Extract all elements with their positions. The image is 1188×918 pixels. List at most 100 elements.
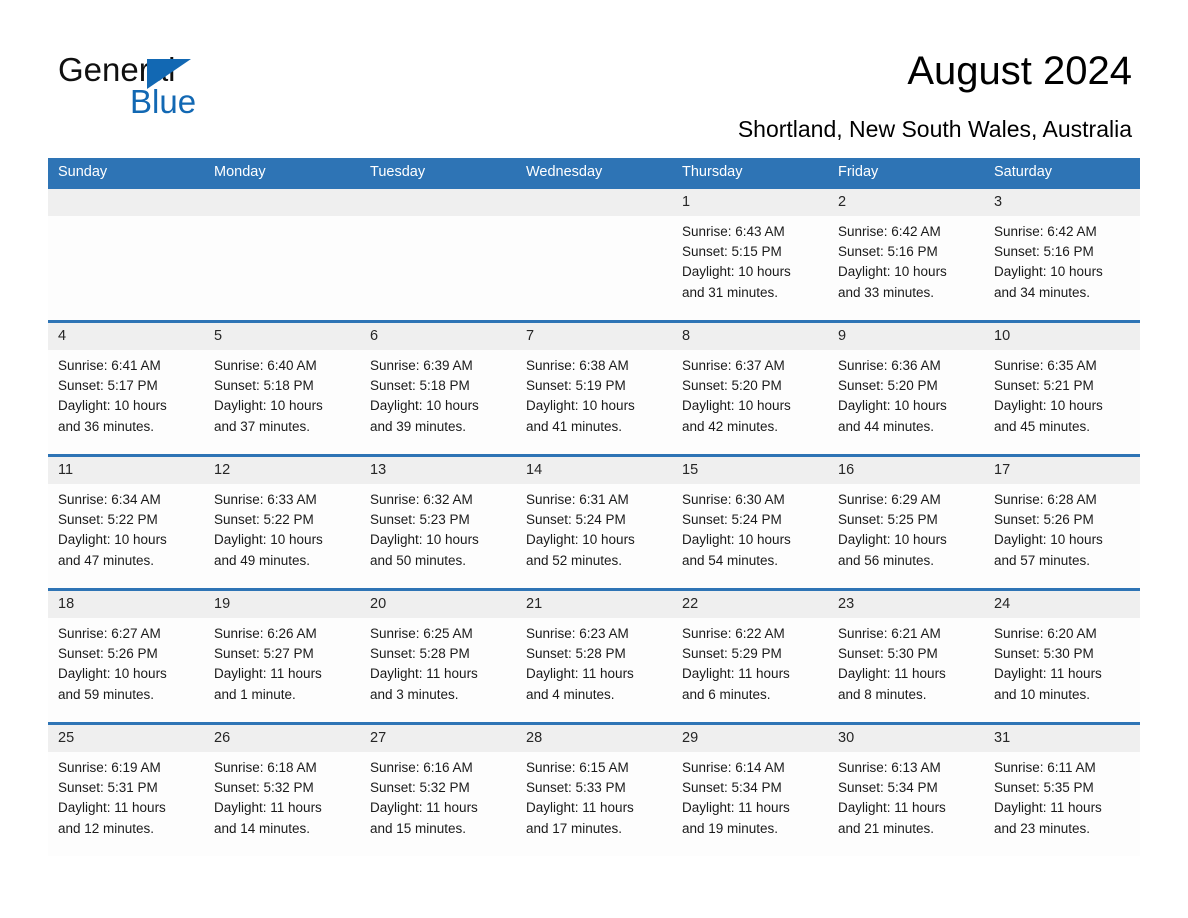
day-cell[interactable]: Sunrise: 6:41 AM Sunset: 5:17 PM Dayligh…	[48, 350, 204, 454]
day-cell[interactable]: Sunrise: 6:25 AM Sunset: 5:28 PM Dayligh…	[360, 618, 516, 722]
sunset-text: Sunset: 5:29 PM	[682, 646, 782, 662]
day-cell[interactable]: Sunrise: 6:18 AM Sunset: 5:32 PM Dayligh…	[204, 752, 360, 856]
date-number[interactable]: 20	[360, 591, 516, 618]
calendar-week-row: 1 2 3 Sunrise: 6:43 AM Sunset: 5:15 PM D…	[48, 186, 1140, 320]
logo-text-blue: Blue	[130, 83, 197, 120]
sunrise-text: Sunrise: 6:27 AM	[58, 626, 161, 641]
date-number[interactable]: 30	[828, 725, 984, 752]
day-cell[interactable]: Sunrise: 6:33 AM Sunset: 5:22 PM Dayligh…	[204, 484, 360, 588]
date-number[interactable]: 18	[48, 591, 204, 618]
day-cell[interactable]: Sunrise: 6:21 AM Sunset: 5:30 PM Dayligh…	[828, 618, 984, 722]
day-cell[interactable]: Sunrise: 6:38 AM Sunset: 5:19 PM Dayligh…	[516, 350, 672, 454]
date-number[interactable]: 3	[984, 189, 1140, 216]
date-number[interactable]: 27	[360, 725, 516, 752]
date-number[interactable]: 24	[984, 591, 1140, 618]
page-title: August 2024	[907, 49, 1132, 93]
sunset-text: Sunset: 5:20 PM	[838, 378, 938, 394]
date-number[interactable]: 10	[984, 323, 1140, 350]
day-cell[interactable]: Sunrise: 6:31 AM Sunset: 5:24 PM Dayligh…	[516, 484, 672, 588]
date-number[interactable]: 6	[360, 323, 516, 350]
daylight-text-1: Daylight: 11 hours	[370, 800, 478, 816]
date-number[interactable]: 2	[828, 189, 984, 216]
date-number[interactable]: 23	[828, 591, 984, 618]
date-number[interactable]: 25	[48, 725, 204, 752]
daylight-text-1: Daylight: 10 hours	[682, 264, 791, 280]
date-number[interactable]: 13	[360, 457, 516, 484]
day-cell[interactable]: Sunrise: 6:35 AM Sunset: 5:21 PM Dayligh…	[984, 350, 1140, 454]
sunrise-text: Sunrise: 6:11 AM	[994, 760, 1096, 775]
date-number[interactable]: 28	[516, 725, 672, 752]
day-cell[interactable]: Sunrise: 6:27 AM Sunset: 5:26 PM Dayligh…	[48, 618, 204, 722]
date-number[interactable]	[204, 189, 360, 216]
daylight-text-2: and 6 minutes.	[682, 686, 771, 702]
day-cell[interactable]: Sunrise: 6:23 AM Sunset: 5:28 PM Dayligh…	[516, 618, 672, 722]
date-number[interactable]: 12	[204, 457, 360, 484]
day-cell[interactable]: Sunrise: 6:42 AM Sunset: 5:16 PM Dayligh…	[828, 216, 984, 320]
daylight-text-2: and 37 minutes.	[214, 418, 311, 434]
daylight-text-1: Daylight: 10 hours	[58, 532, 167, 548]
date-number[interactable]: 5	[204, 323, 360, 350]
date-number[interactable]: 16	[828, 457, 984, 484]
sunrise-text: Sunrise: 6:21 AM	[838, 626, 941, 641]
day-cell[interactable]: Sunrise: 6:15 AM Sunset: 5:33 PM Dayligh…	[516, 752, 672, 856]
date-number[interactable]	[48, 189, 204, 216]
calendar-week-row: 25 26 27 28 29 30 31 Sunrise: 6:19 AM Su…	[48, 722, 1140, 856]
day-cell[interactable]: Sunrise: 6:29 AM Sunset: 5:25 PM Dayligh…	[828, 484, 984, 588]
day-cell[interactable]: Sunrise: 6:28 AM Sunset: 5:26 PM Dayligh…	[984, 484, 1140, 588]
date-number[interactable]	[360, 189, 516, 216]
date-number[interactable]: 15	[672, 457, 828, 484]
day-cell[interactable]: Sunrise: 6:42 AM Sunset: 5:16 PM Dayligh…	[984, 216, 1140, 320]
generalblue-logo[interactable]: General Blue	[58, 52, 318, 128]
sunrise-text: Sunrise: 6:42 AM	[838, 224, 941, 239]
day-cell[interactable]: Sunrise: 6:26 AM Sunset: 5:27 PM Dayligh…	[204, 618, 360, 722]
day-cell[interactable]: Sunrise: 6:19 AM Sunset: 5:31 PM Dayligh…	[48, 752, 204, 856]
daylight-text-1: Daylight: 11 hours	[838, 800, 946, 816]
date-number[interactable]: 11	[48, 457, 204, 484]
sunrise-text: Sunrise: 6:28 AM	[994, 492, 1097, 507]
sunrise-text: Sunrise: 6:14 AM	[682, 760, 785, 775]
day-cell[interactable]: Sunrise: 6:20 AM Sunset: 5:30 PM Dayligh…	[984, 618, 1140, 722]
daylight-text-1: Daylight: 10 hours	[214, 398, 323, 414]
date-number[interactable]: 29	[672, 725, 828, 752]
day-cell[interactable]: Sunrise: 6:14 AM Sunset: 5:34 PM Dayligh…	[672, 752, 828, 856]
daylight-text-1: Daylight: 11 hours	[682, 800, 790, 816]
sunrise-text: Sunrise: 6:22 AM	[682, 626, 785, 641]
day-cell[interactable]	[48, 216, 204, 320]
day-cell[interactable]: Sunrise: 6:30 AM Sunset: 5:24 PM Dayligh…	[672, 484, 828, 588]
date-number[interactable]: 17	[984, 457, 1140, 484]
date-number[interactable]: 1	[672, 189, 828, 216]
date-number[interactable]: 19	[204, 591, 360, 618]
day-cell[interactable]: Sunrise: 6:11 AM Sunset: 5:35 PM Dayligh…	[984, 752, 1140, 856]
day-cell[interactable]: Sunrise: 6:22 AM Sunset: 5:29 PM Dayligh…	[672, 618, 828, 722]
day-cell[interactable]: Sunrise: 6:32 AM Sunset: 5:23 PM Dayligh…	[360, 484, 516, 588]
day-cell[interactable]: Sunrise: 6:37 AM Sunset: 5:20 PM Dayligh…	[672, 350, 828, 454]
day-cell[interactable]: Sunrise: 6:43 AM Sunset: 5:15 PM Dayligh…	[672, 216, 828, 320]
day-cell[interactable]: Sunrise: 6:36 AM Sunset: 5:20 PM Dayligh…	[828, 350, 984, 454]
day-cell[interactable]	[360, 216, 516, 320]
day-cell[interactable]: Sunrise: 6:34 AM Sunset: 5:22 PM Dayligh…	[48, 484, 204, 588]
day-cell[interactable]	[516, 216, 672, 320]
date-number[interactable]: 4	[48, 323, 204, 350]
date-number[interactable]: 7	[516, 323, 672, 350]
date-number[interactable]: 14	[516, 457, 672, 484]
day-cell[interactable]: Sunrise: 6:16 AM Sunset: 5:32 PM Dayligh…	[360, 752, 516, 856]
daylight-text-1: Daylight: 11 hours	[526, 800, 634, 816]
date-number[interactable]: 21	[516, 591, 672, 618]
date-number[interactable]: 31	[984, 725, 1140, 752]
date-number[interactable]: 9	[828, 323, 984, 350]
day-name-thursday: Thursday	[682, 164, 743, 180]
date-number[interactable]: 22	[672, 591, 828, 618]
daylight-text-1: Daylight: 10 hours	[994, 532, 1103, 548]
date-number[interactable]: 26	[204, 725, 360, 752]
sunrise-text: Sunrise: 6:19 AM	[58, 760, 161, 775]
daylight-text-2: and 23 minutes.	[994, 820, 1091, 836]
day-cell[interactable]	[204, 216, 360, 320]
daylight-text-2: and 8 minutes.	[838, 686, 927, 702]
daylight-text-2: and 49 minutes.	[214, 552, 311, 568]
date-number[interactable]	[516, 189, 672, 216]
day-cell[interactable]: Sunrise: 6:13 AM Sunset: 5:34 PM Dayligh…	[828, 752, 984, 856]
week-detail-row: Sunrise: 6:27 AM Sunset: 5:26 PM Dayligh…	[48, 618, 1140, 722]
date-number[interactable]: 8	[672, 323, 828, 350]
day-cell[interactable]: Sunrise: 6:40 AM Sunset: 5:18 PM Dayligh…	[204, 350, 360, 454]
day-cell[interactable]: Sunrise: 6:39 AM Sunset: 5:18 PM Dayligh…	[360, 350, 516, 454]
